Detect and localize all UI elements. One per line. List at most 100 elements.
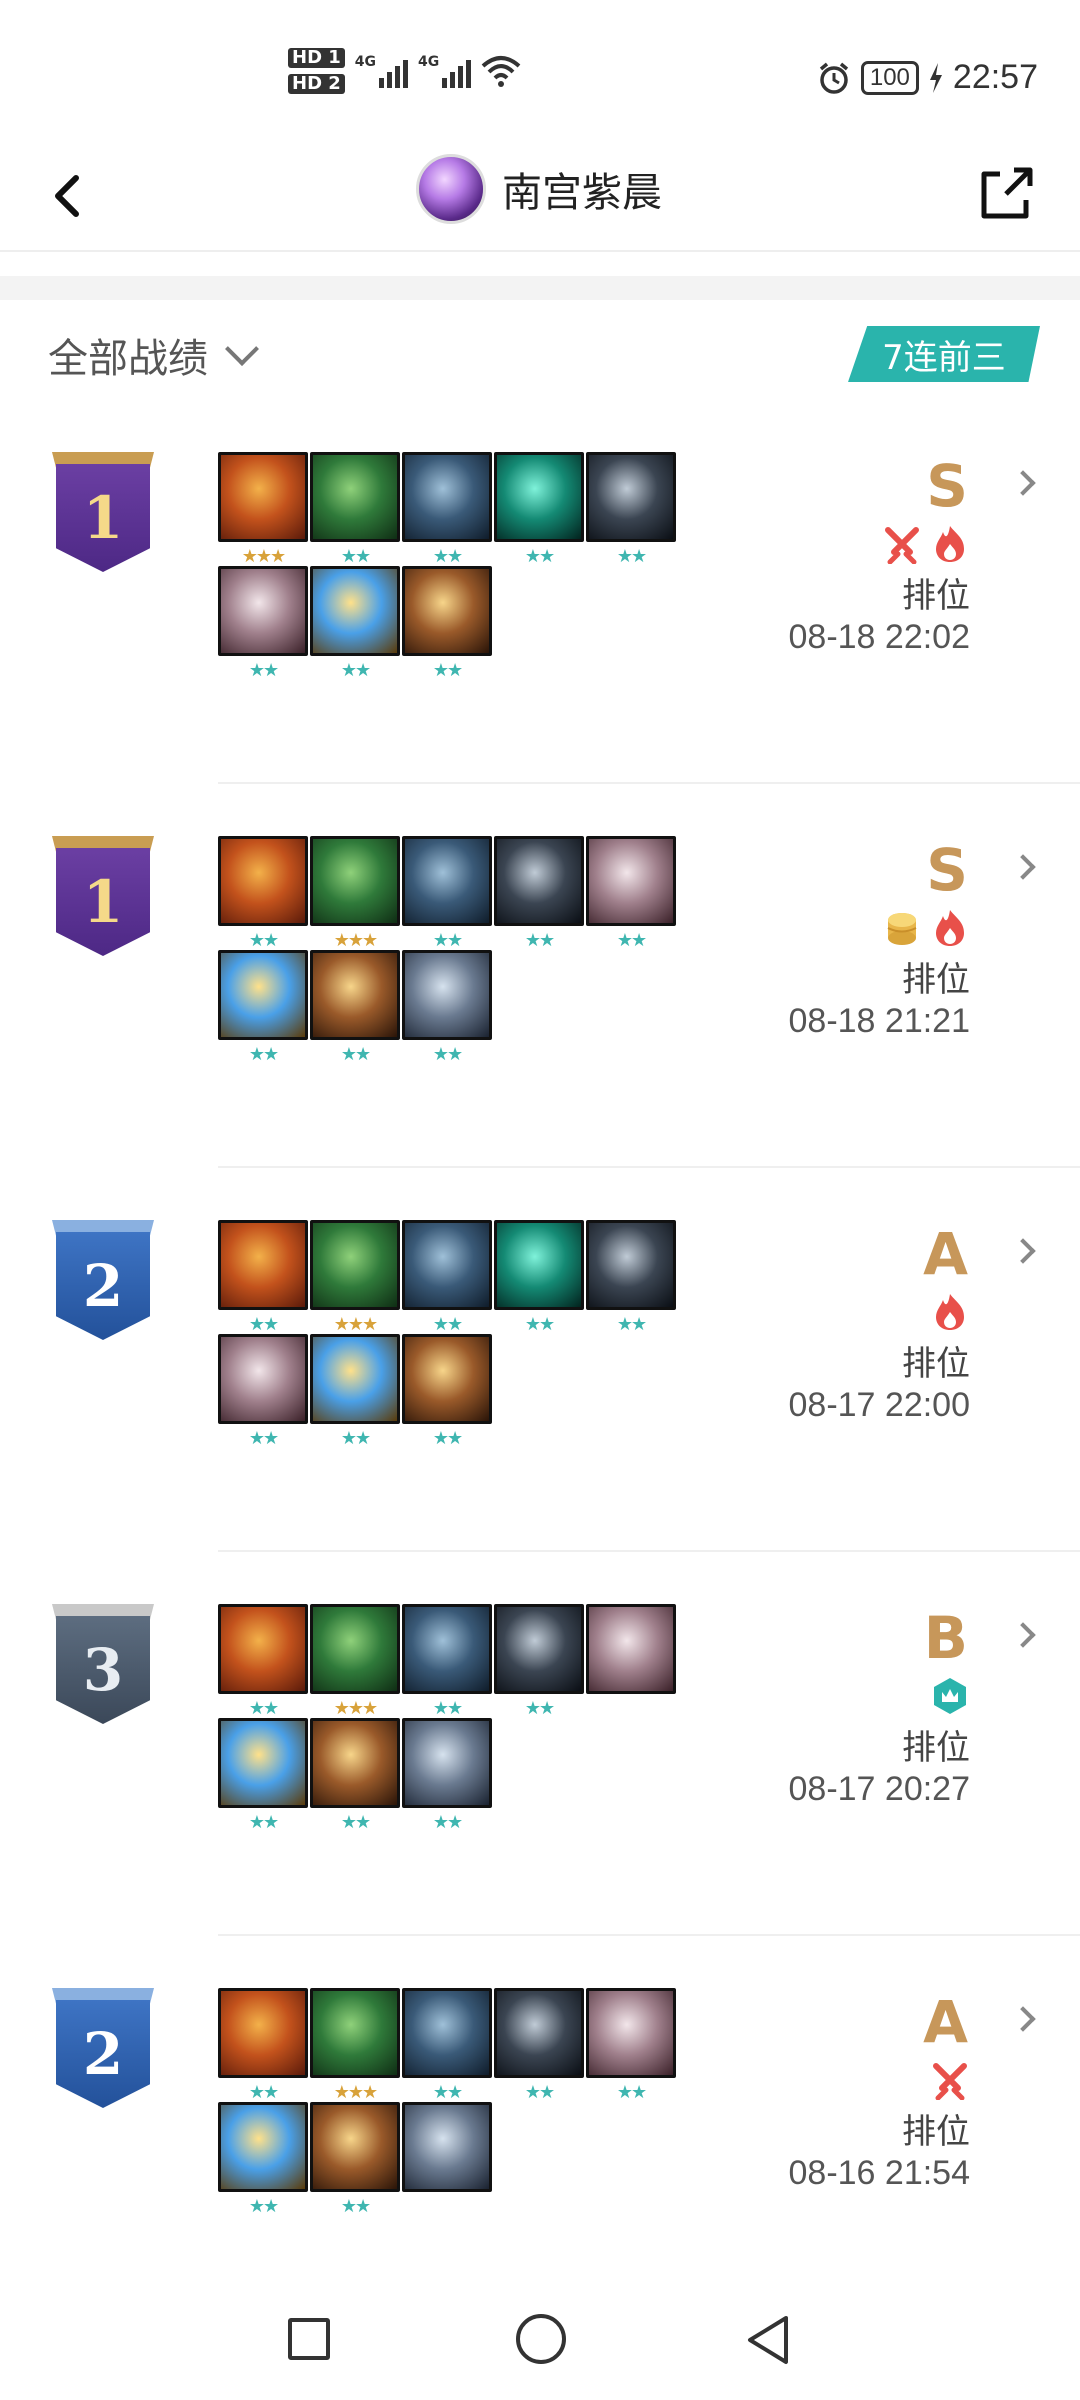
champion-bearded-warrior-icon xyxy=(310,1718,400,1808)
share-button[interactable] xyxy=(974,162,1038,226)
champion-grey-warrior-icon xyxy=(402,2102,492,2192)
net1-label: 4G xyxy=(354,54,377,70)
champion-dark-knight-icon xyxy=(586,452,676,542)
chevron-right-icon[interactable] xyxy=(1010,2006,1036,2032)
match-row[interactable]: 1 ★★ ★★★ ★★ ★★ ★★ ★★ ★★ ★★ S 排位 08-18 21:21 xyxy=(0,836,1080,1220)
champion-stars: ★★ xyxy=(340,2196,371,2217)
champion-white-hair-icon xyxy=(586,1988,676,2078)
nickname: 南宫紫晨 xyxy=(502,170,662,216)
match-mode: 排位 xyxy=(902,1344,970,1384)
champion-dark-blue-icon xyxy=(402,836,492,926)
champion-stars: ★★★ xyxy=(241,546,286,567)
signal-1-icon: 4G xyxy=(354,54,409,88)
champion-stars: ★★ xyxy=(340,660,371,681)
rank-number: 3 xyxy=(56,1616,150,1724)
champion-green-brute-icon xyxy=(310,452,400,542)
flame-icon xyxy=(930,524,970,564)
champion-white-hair-icon xyxy=(586,1604,676,1694)
match-grade: B xyxy=(923,1604,968,1672)
rank-badge: 1 xyxy=(52,452,154,572)
champion-stars: ★★ xyxy=(432,1812,463,1833)
rank-number: 1 xyxy=(56,848,150,956)
champion-green-brute-icon xyxy=(310,836,400,926)
champion-stars: ★★ xyxy=(248,660,279,681)
profile-header[interactable]: 南宫紫晨 xyxy=(416,154,662,224)
champion-stars: ★★ xyxy=(432,660,463,681)
chevron-right-icon[interactable] xyxy=(1010,854,1036,880)
streak-label: 7连前三 xyxy=(882,337,1006,378)
match-time: 08-17 20:27 xyxy=(788,1770,971,1808)
champion-dark-blue-icon xyxy=(402,1220,492,1310)
champion-white-hair-icon xyxy=(218,1334,308,1424)
chevron-right-icon[interactable] xyxy=(1010,1622,1036,1648)
match-mode: 排位 xyxy=(902,1728,970,1768)
match-mode: 排位 xyxy=(902,576,970,616)
champion-red-hair-icon xyxy=(218,1220,308,1310)
champion-golden-blue-icon xyxy=(310,1334,400,1424)
match-row[interactable]: 1 ★★★ ★★ ★★ ★★ ★★ ★★ ★★ ★★ S 排位 08-18 22:02 xyxy=(0,452,1080,836)
champion-stars: ★★ xyxy=(524,930,555,951)
champion-stars: ★★ xyxy=(432,1044,463,1065)
net2-label: 4G xyxy=(418,54,440,70)
top-app-bar: 南宫紫晨 xyxy=(0,140,1080,252)
crossed-swords-icon xyxy=(882,524,922,565)
champion-bearded-warrior-icon xyxy=(310,950,400,1040)
match-filter-dropdown[interactable]: 全部战绩 xyxy=(48,326,259,384)
clock: 22:57 xyxy=(952,58,1038,96)
match-row[interactable]: 2 ★★ ★★★ ★★ ★★ ★★ ★★ ★★ ★★ A 排位 08-17 22:00 xyxy=(0,1220,1080,1604)
recent-apps-button[interactable] xyxy=(288,2318,330,2360)
flame-icon xyxy=(930,1292,970,1332)
coin-stack-icon xyxy=(882,908,922,948)
match-time: 08-17 22:00 xyxy=(788,1386,971,1424)
champion-green-brute-icon xyxy=(310,1988,400,2078)
champion-bearded-warrior-icon xyxy=(402,1334,492,1424)
system-nav-bar xyxy=(0,2280,1080,2400)
status-left: HD 1 HD 2 4G 4G xyxy=(288,48,521,94)
flame-icon xyxy=(930,908,970,948)
match-tags xyxy=(930,1676,970,1716)
champion-stars: ★★ xyxy=(248,930,279,951)
champion-stars: ★★ xyxy=(248,1698,279,1719)
champion-stars: ★★★ xyxy=(333,930,378,951)
champion-red-hair-icon xyxy=(218,1604,308,1694)
home-button[interactable] xyxy=(516,2314,566,2364)
rank-badge: 2 xyxy=(52,1220,154,1340)
champion-stars: ★★ xyxy=(432,930,463,951)
match-time: 08-18 21:21 xyxy=(788,1002,971,1040)
match-mode: 排位 xyxy=(902,960,970,1000)
champion-dark-knight-icon xyxy=(586,1220,676,1310)
match-row[interactable]: 3 ★★ ★★★ ★★ ★★ ★★ ★★ ★★ B 排位 08-17 20:27 xyxy=(0,1604,1080,1988)
hd2-indicator: HD 2 xyxy=(288,74,345,94)
status-bar: HD 1 HD 2 4G 4G 100 22:57 xyxy=(0,0,1080,140)
signal-2-icon: 4G xyxy=(418,54,472,88)
chevron-right-icon[interactable] xyxy=(1010,470,1036,496)
alarm-icon xyxy=(819,62,848,94)
champion-grey-warrior-icon xyxy=(402,950,492,1040)
champion-bearded-warrior-icon xyxy=(402,566,492,656)
match-tags xyxy=(930,1292,970,1332)
sim-indicators: HD 1 HD 2 xyxy=(288,48,345,94)
avatar[interactable] xyxy=(416,154,486,224)
back-button[interactable] xyxy=(40,164,104,228)
section-divider xyxy=(0,276,1080,300)
champion-stars: ★★ xyxy=(248,1812,279,1833)
champion-stars: ★★ xyxy=(524,1698,555,1719)
back-nav-button[interactable] xyxy=(744,2314,792,2366)
champion-grey-warrior-icon xyxy=(402,1718,492,1808)
rank-badge: 1 xyxy=(52,836,154,956)
filter-label: 全部战绩 xyxy=(48,336,208,382)
champion-red-hair-icon xyxy=(218,1988,308,2078)
champion-stars: ★★ xyxy=(616,2082,647,2103)
champion-stars: ★★ xyxy=(524,1314,555,1335)
champion-stars: ★★★ xyxy=(333,1314,378,1335)
champion-stars: ★★ xyxy=(340,1044,371,1065)
battery-indicator: 100 xyxy=(860,60,919,95)
champion-dark-knight-icon xyxy=(494,836,584,926)
row-divider xyxy=(218,1166,1080,1168)
champion-stars: ★★ xyxy=(616,546,647,567)
champion-red-hair-icon xyxy=(218,836,308,926)
champion-stars: ★★ xyxy=(432,1314,463,1335)
chevron-right-icon[interactable] xyxy=(1010,1238,1036,1264)
champion-golden-blue-icon xyxy=(218,2102,308,2192)
champion-stars: ★★ xyxy=(432,1698,463,1719)
